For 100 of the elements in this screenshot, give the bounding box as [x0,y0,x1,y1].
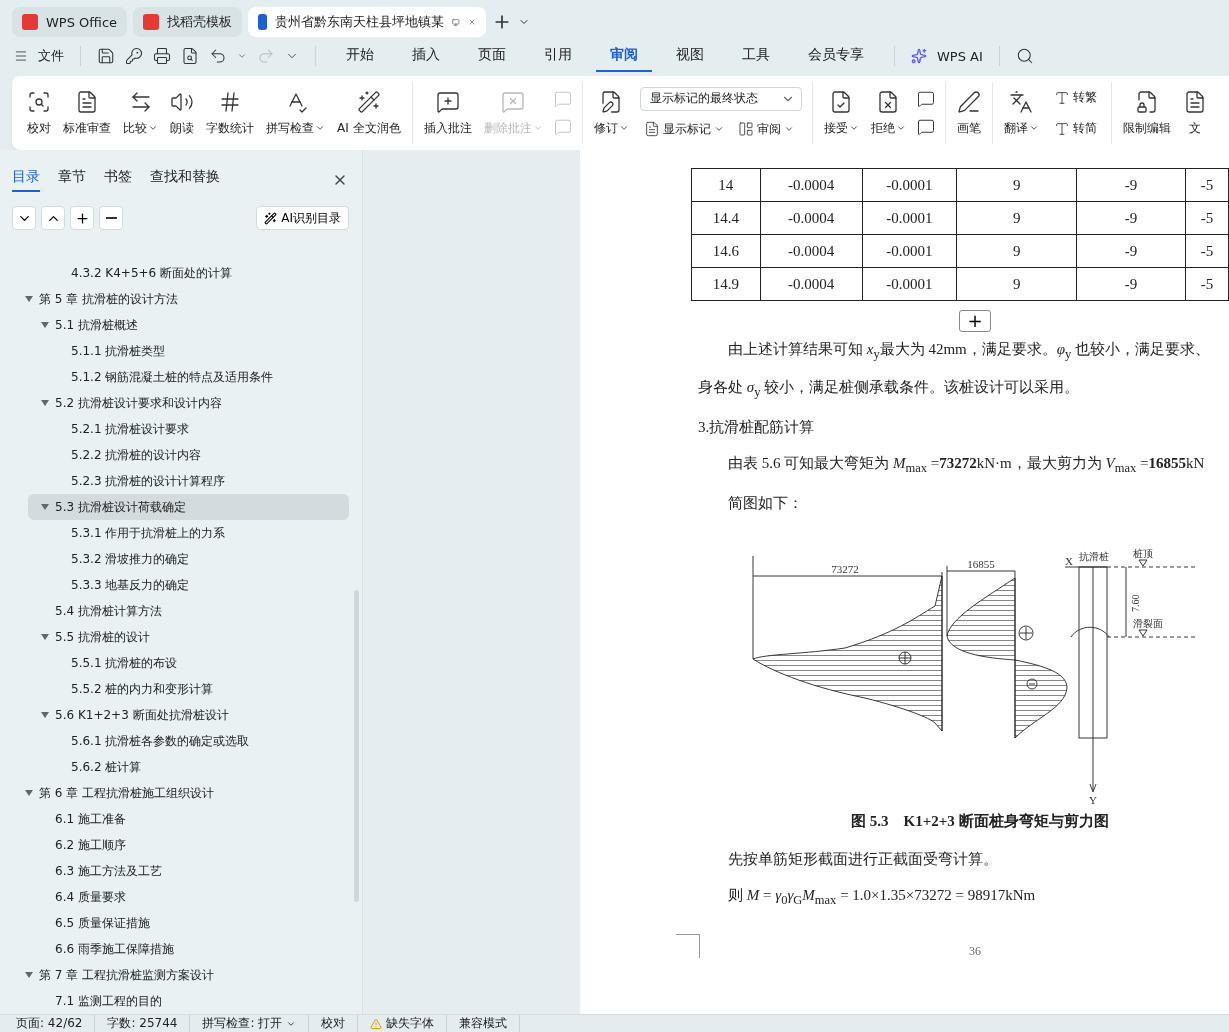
window-tab[interactable]: 贵州省黔东南天柱县坪地镇某 [248,7,487,37]
undo-icon[interactable] [209,47,227,65]
toc-item[interactable]: 5.2.2 抗滑桩的设计内容 [44,442,349,468]
expand-caret-icon[interactable] [41,399,49,407]
ribbon-button[interactable]: 画笔 [951,87,986,139]
sidebar-tab[interactable]: 目录 [12,168,40,192]
toc-item[interactable]: 4.3.2 K4+5+6 断面处的计算 [44,260,349,286]
toc-item[interactable]: 6.2 施工顺序 [28,832,349,858]
menu-icon[interactable] [14,49,28,63]
document-icon [643,121,660,137]
toc-item[interactable]: 5.1.2 钢筋混凝土桩的特点及适用条件 [44,364,349,390]
table-cell: 14.6 [691,234,761,268]
toc-item[interactable]: 5.6 K1+2+3 断面处抗滑桩设计 [28,702,349,728]
print-icon[interactable] [153,47,171,65]
toc-item[interactable]: 6.5 质量保证措施 [28,910,349,936]
ai-menu[interactable]: WPS AI [937,48,983,64]
remove-heading-button[interactable] [99,206,123,230]
expand-button[interactable] [41,206,65,230]
ribbon-button[interactable]: 校对 [22,87,56,139]
expand-caret-icon[interactable] [41,711,49,719]
ai-toc-button[interactable]: AI识别目录 [256,206,349,230]
sidebar-tab[interactable]: 书签 [104,168,132,192]
menu-tab[interactable]: 开始 [332,40,388,72]
status-item[interactable]: 拼写检查: 打开 [190,1015,310,1032]
ribbon-button[interactable]: 插入批注 [418,87,477,139]
toc-item[interactable]: 5.3 抗滑桩设计荷载确定 [28,494,349,520]
key-icon[interactable] [125,47,143,65]
toc-item[interactable]: 5.1 抗滑桩概述 [28,312,349,338]
ribbon-button[interactable]: 修订 [588,87,634,139]
toc-item[interactable]: 第 5 章 抗滑桩的设计方法 [12,286,349,312]
toc-item[interactable]: 5.2 抗滑桩设计要求和设计内容 [28,390,349,416]
search-icon[interactable] [1015,47,1034,65]
paragraph-line: 由表 5.6 可知最大弯矩为 M$_{max}$ =73272kN·m，最大剪力为 V$_{max}$ =16855kN [727,454,1205,477]
toc-item[interactable]: 5.5.1 抗滑桩的布设 [44,650,349,676]
expand-caret-icon[interactable] [25,295,33,303]
toc-item[interactable]: 5.3.2 滑坡推力的确定 [44,546,349,572]
expand-caret-icon[interactable] [25,789,33,797]
status-item[interactable]: 页面: 42/62 [16,1015,96,1032]
expand-caret-icon[interactable] [41,321,49,329]
table-cell: -5 [1185,168,1229,202]
ribbon-button[interactable]: 朗读 [165,87,199,139]
sidebar-tab[interactable]: 查找和替换 [150,168,220,192]
ribbon-button[interactable]: 拼写检查 [261,87,330,139]
ribbon-button[interactable]: 限制编辑 [1117,87,1176,139]
ribbon-button[interactable]: 审阅 [733,118,798,140]
menu-tab[interactable]: 审阅 [596,40,652,72]
ribbon-button[interactable]: 文 [1177,87,1212,139]
ribbon-button[interactable]: 翻译 [998,87,1044,139]
window-tab[interactable]: WPS Office [12,7,128,37]
menu-tab[interactable]: 插入 [398,40,454,72]
display-mode-select[interactable]: 显示标记的最终状态 [639,86,802,111]
menu-tab[interactable]: 会员专享 [794,40,878,72]
table-cell: -0.0004 [760,168,863,202]
ribbon-button[interactable]: 字数统计 [201,87,259,139]
menu-tab[interactable]: 引用 [530,40,586,72]
expand-caret-icon[interactable] [41,503,49,511]
ribbon-button[interactable]: 拒绝 [865,87,911,139]
toc-item[interactable]: 6.4 质量要求 [28,884,349,910]
toc-item[interactable]: 5.1.1 抗滑桩类型 [44,338,349,364]
menu-tab[interactable]: 工具 [728,40,784,72]
toc-item[interactable]: 第 7 章 工程抗滑桩监测方案设计 [12,962,349,988]
expand-caret-icon[interactable] [41,633,49,641]
menu-tab[interactable]: 页面 [464,40,520,72]
ribbon-button[interactable]: 比较 [118,87,163,139]
window-tab[interactable]: 找稻壳模板 [133,7,243,37]
save-icon[interactable] [97,47,115,65]
ribbon-button[interactable]: 转简 [1049,118,1101,139]
toc-item[interactable]: 6.3 施工方法及工艺 [28,858,349,884]
print-preview-icon[interactable] [181,47,199,65]
toc-item[interactable]: 5.6.1 抗滑桩各参数的确定或选取 [44,728,349,754]
status-item[interactable]: 缺失字体 [358,1015,448,1032]
status-item[interactable]: 校对 [309,1015,359,1032]
ribbon-button[interactable]: 显示标记 [639,118,728,140]
ribbon-button[interactable]: AI 全文润色 [332,87,406,139]
toc-item[interactable]: 5.3.1 作用于抗滑桩上的力系 [44,520,349,546]
expand-caret-icon[interactable] [25,971,33,979]
ribbon-button[interactable]: 转繁 [1049,87,1101,108]
status-item[interactable]: 兼容模式 [447,1015,521,1032]
toc-item[interactable]: 5.6.2 桩计算 [44,754,349,780]
toc-item[interactable]: 5.3.3 地基反力的确定 [44,572,349,598]
scrollbar[interactable] [354,590,359,902]
toc-item[interactable]: 7.1 监测工程的目的 [28,988,349,1014]
collapse-button[interactable] [12,206,36,230]
toc-item[interactable]: 5.2.3 抗滑桩的设计计算程序 [44,468,349,494]
add-heading-button[interactable] [70,206,94,230]
ribbon-button[interactable]: 标准审查 [58,87,116,139]
toc-item[interactable]: 6.1 施工准备 [28,806,349,832]
toc-item[interactable]: 5.5 抗滑桩的设计 [28,624,349,650]
toc-item[interactable]: 6.6 雨季施工保障措施 [28,936,349,962]
add-row-button[interactable]: + [959,310,991,332]
ribbon-button[interactable]: 接受 [818,87,864,139]
status-item[interactable]: 字数: 25744 [95,1015,191,1032]
toc-item[interactable]: 5.4 抗滑桩计算方法 [28,598,349,624]
sidebar-tab[interactable]: 章节 [58,168,86,192]
menu-tab[interactable]: 视图 [662,40,718,72]
toc-item[interactable]: 5.5.2 桩的内力和变形计算 [44,676,349,702]
toc-item[interactable]: 第 6 章 工程抗滑桩施工组织设计 [12,780,349,806]
table-cell: 14 [691,168,761,202]
toc-item[interactable]: 5.2.1 抗滑桩设计要求 [44,416,349,442]
file-menu[interactable]: 文件 [38,47,64,65]
